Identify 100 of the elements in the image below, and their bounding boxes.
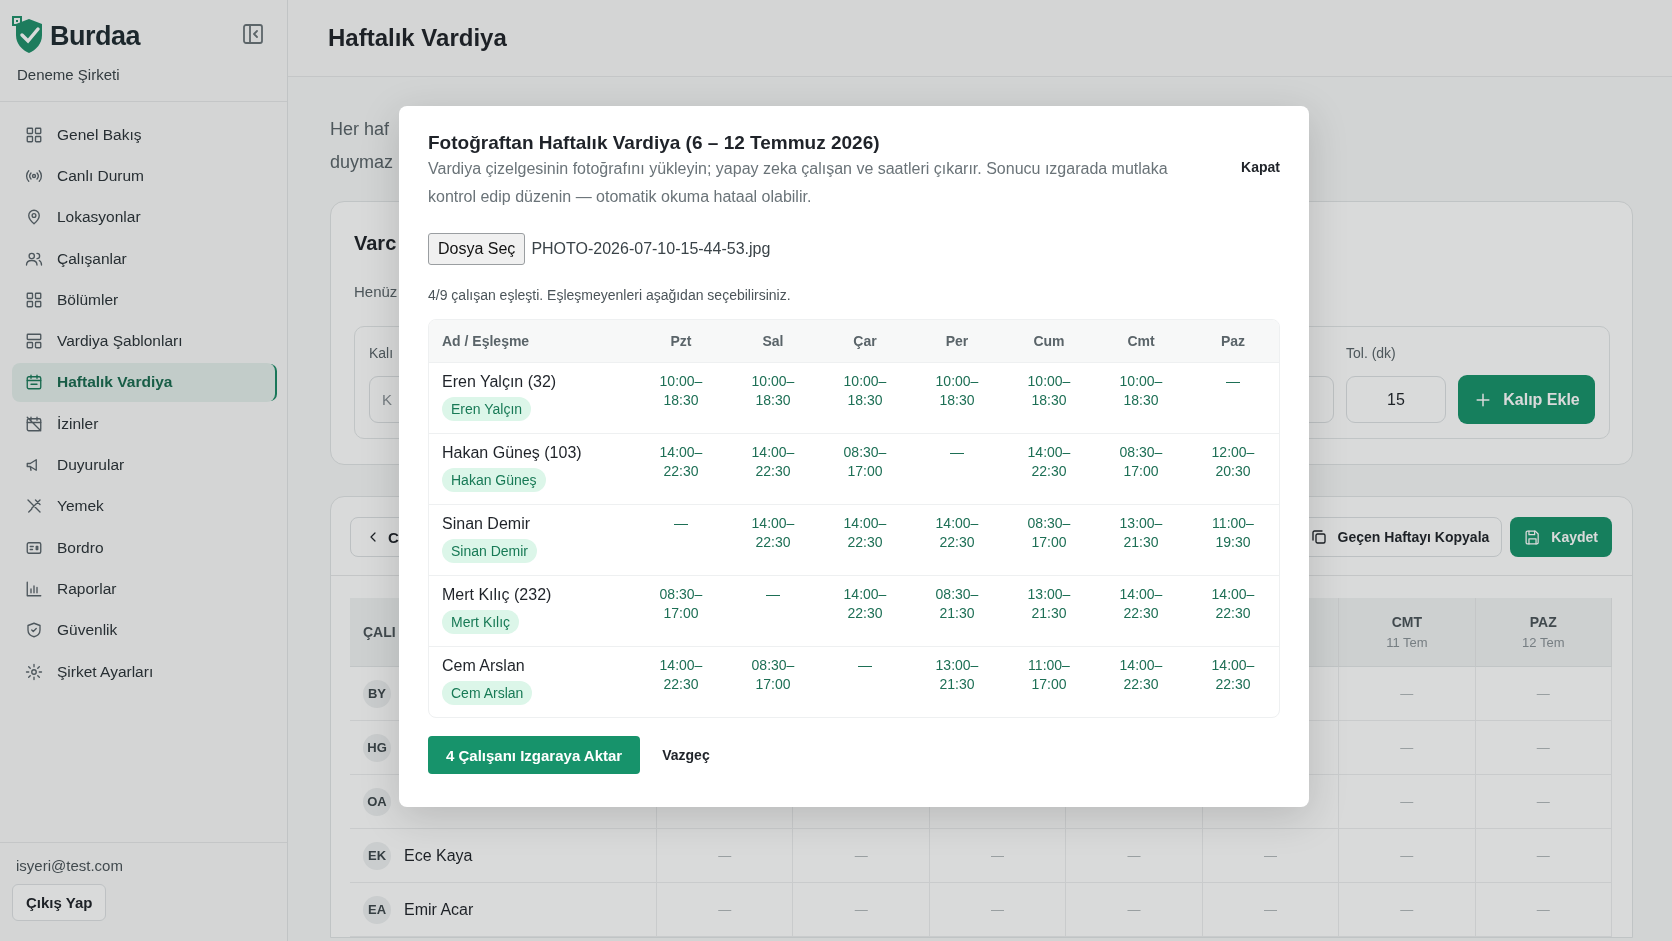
sidebar-item[interactable]: Duyurular [12,445,275,485]
match-tag[interactable]: Mert Kılıç [442,610,520,634]
bar-chart-icon [25,579,43,598]
shift-time: 10:00–18:30 [658,372,704,410]
table-cell: — [1339,829,1476,883]
column-date: 12 Tem [1522,635,1565,650]
shift-time: 13:00–21:30 [934,656,980,694]
column-header: Paz [1220,333,1246,349]
add-template-button[interactable]: Kalıp Ekle [1458,375,1595,424]
copy-icon [1309,528,1328,546]
avatar-initials: BY [363,679,391,708]
shift-time: 14:00–22:30 [1026,443,1072,481]
shift-time: 10:00–18:30 [750,372,796,410]
sidebar-item[interactable]: Bordro [12,527,275,568]
column-header: Ad / Eşleşme [442,333,530,349]
column-header: Sal [762,333,784,349]
shift-time: — [673,514,689,533]
sidebar-item[interactable]: Raporlar [12,569,275,609]
table-cell: — [657,829,794,883]
column-header: Pzt [670,333,692,349]
shift-time: 12:00–20:30 [1210,443,1256,481]
close-button[interactable]: Kapat [1241,159,1280,175]
column-header: Per [945,333,969,349]
shift-time: 14:00–22:30 [842,585,888,623]
match-tag[interactable]: Sinan Demir [442,539,538,563]
shift-time: 14:00–22:30 [934,514,980,552]
table-cell: — [1339,883,1476,937]
choose-file-button[interactable]: Dosya Seç [428,233,526,265]
sidebar-item[interactable]: Çalışanlar [12,238,275,279]
shift-time: 13:00–21:30 [1026,585,1072,623]
shift-time: 14:00–22:30 [842,514,888,552]
shift-time: 14:00–22:30 [1210,585,1256,623]
card-note: Henüz [354,283,398,300]
save-button[interactable]: Kaydet [1510,517,1612,557]
file-name: PHOTO-2026-07-10-15-44-53.jpg [531,240,771,258]
shift-time: 08:30–17:00 [750,656,796,694]
shift-time: 10:00–18:30 [934,372,980,410]
shift-time: — [765,585,781,604]
shift-time: 14:00–22:30 [750,443,796,481]
avatar-initials: HG [363,733,391,762]
employee-name: Emir Acar [404,900,474,919]
shift-time: — [857,656,873,675]
tolerance-field[interactable]: 15 [1346,376,1446,423]
table-cell: — [929,829,1067,883]
shift-time: 11:00–19:30 [1211,514,1255,552]
gear-icon [25,662,43,681]
employee-name: Eren Yalçın (32) [442,373,557,391]
shift-time: 08:30–17:00 [842,443,888,481]
sidebar-item[interactable]: Vardiya Şablonları [12,321,275,361]
shift-time: 10:00–18:30 [1026,372,1072,410]
avatar-initials: OA [363,787,391,816]
column-header: Çar [853,333,877,349]
shift-time: 14:00–22:30 [750,514,796,552]
shift-time: 08:30–17:00 [658,585,704,623]
intro-text: Her haf [330,118,390,141]
field-label: Tol. (dk) [1346,345,1396,361]
shift-time: 08:30–17:00 [1026,514,1072,552]
layout-icon [25,332,43,351]
shift-time: 10:00–18:30 [1118,372,1164,410]
shift-time: 13:00–21:30 [1118,514,1164,552]
sidebar-item[interactable]: Lokasyonlar [12,197,275,237]
grid-icon [25,125,43,144]
table-cell: — [1339,775,1476,829]
shift-time: — [949,443,965,462]
sidebar-item[interactable]: Yemek [12,486,275,526]
table-cell: — [1066,883,1203,937]
column-header: CMT [1391,614,1422,630]
sidebar-item[interactable]: Güvenlik [12,610,275,650]
table-cell: — [1475,775,1612,829]
column-header: Cmt [1127,333,1155,349]
calendar-icon [25,373,43,392]
employee-name: Hakan Güneş (103) [442,444,582,462]
sidebar-item[interactable]: Haftalık Vardiya [12,362,275,403]
grid-icon [25,290,43,309]
shift-time: 14:00–22:30 [1118,585,1164,623]
sidebar-item[interactable]: Bölümler [12,280,275,320]
dialog-description: Vardiya çizelgesinin fotoğrafını yükleyin; yapay zeka çalışan ve saatleri çıkarır. Sonucu ızgarada mutlaka kontrol edip düzenin — otomatik okuma hataal olabilir. [428,159,1169,207]
import-button[interactable]: 4 Çalışanı Izgaraya Aktar [428,736,641,774]
sidebar-item[interactable]: Şirket Ayarları [12,651,275,692]
sidebar-item[interactable]: Genel Bakış [12,115,275,155]
cancel-button[interactable]: Vazgeç [662,747,710,763]
table-cell: — [1202,883,1340,937]
match-tag[interactable]: Eren Yalçın [442,397,532,421]
shift-time: 08:30–17:00 [1118,443,1164,481]
company-name: Deneme Şirketi [17,66,121,83]
intro-text: duymaz [330,151,394,174]
table-cell: — [657,883,794,937]
logout-button[interactable]: Çıkış Yap [12,884,107,921]
match-tag[interactable]: Cem Arslan [442,681,533,705]
sidebar-item[interactable]: İzinler [12,404,275,444]
shift-time: 14:00–22:30 [658,443,704,481]
table-cell: — [1475,721,1612,775]
table-cell: — [1339,721,1476,775]
match-tag[interactable]: Hakan Güneş [442,468,546,492]
employee-name: Ece Kaya [404,846,473,865]
sidebar-item[interactable]: Canlı Durum [12,156,275,196]
table-cell: — [1475,667,1612,721]
shift-time: 10:00–18:30 [842,372,888,410]
shift-time: 08:30–21:30 [934,585,980,623]
avatar-initials: EK [363,841,391,870]
